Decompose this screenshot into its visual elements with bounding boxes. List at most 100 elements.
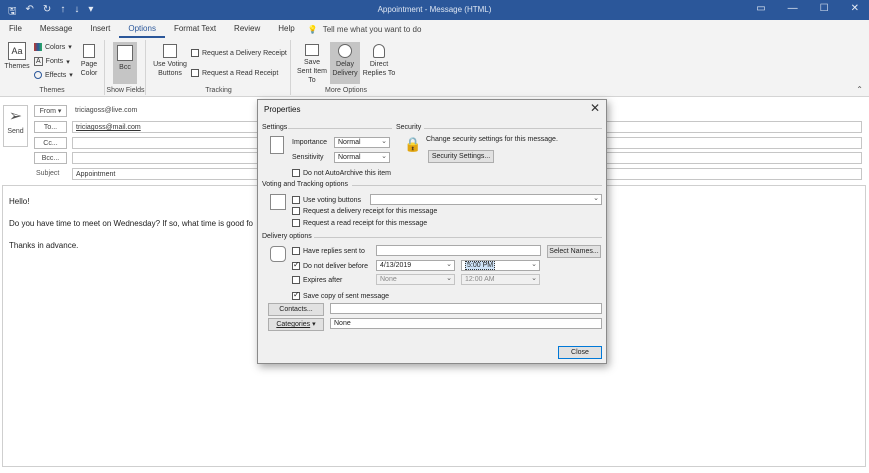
security-divider: [424, 128, 602, 129]
have-replies-sent-checkbox[interactable]: Have replies sent to: [292, 247, 365, 255]
body-line-question: Do you have time to meet on Wednesday? I…: [9, 219, 253, 228]
from-button[interactable]: From ▾: [34, 105, 67, 117]
effects-button[interactable]: Effects ▾: [34, 71, 73, 79]
sensitivity-label: Sensitivity: [292, 154, 324, 161]
importance-label: Importance: [292, 139, 328, 146]
tell-me-text: Tell me what you want to do: [322, 24, 422, 34]
contacts-button[interactable]: Contacts...: [268, 303, 324, 316]
bcc-icon: [117, 45, 133, 61]
themes-icon: Aa: [8, 42, 26, 60]
dialog-title: Properties: [264, 105, 301, 114]
settings-divider: [288, 128, 392, 129]
page-color-button[interactable]: Page Color: [76, 44, 102, 78]
contacts-field[interactable]: [330, 303, 602, 314]
tab-file[interactable]: File: [0, 20, 31, 38]
replies-to-field[interactable]: [376, 245, 541, 256]
people-icon: [373, 44, 385, 58]
colors-button[interactable]: Colors ▾: [34, 43, 72, 51]
request-delivery-receipt-checkbox[interactable]: Request a Delivery Receipt: [191, 49, 287, 57]
bcc-button[interactable]: Bcc: [113, 42, 137, 84]
cc-button[interactable]: Cc...: [34, 137, 67, 149]
window-controls: ▭ — ☐ ✕: [756, 3, 859, 14]
use-voting-buttons-button[interactable]: Use Voting Buttons: [150, 44, 190, 78]
tab-message[interactable]: Message: [31, 20, 81, 38]
request-read-receipt-dialog-checkbox[interactable]: Request a read receipt for this message: [292, 219, 427, 227]
chevron-down-icon: ⌄: [593, 195, 599, 202]
fonts-button[interactable]: A Fonts ▾: [34, 57, 70, 66]
save-sent-item-button[interactable]: Save Sent Item To: [296, 44, 328, 85]
body-line-greeting: Hello!: [9, 197, 30, 206]
effects-icon: [34, 71, 42, 79]
tab-format-text[interactable]: Format Text: [165, 20, 225, 38]
window-title: Appointment - Message (HTML): [377, 5, 492, 14]
tracking-group: Use Voting Buttons Request a Delivery Re…: [147, 40, 291, 95]
subject-label: Subject: [36, 170, 60, 177]
lightbulb-icon: 💡: [307, 24, 318, 34]
categories-button[interactable]: Categories ▾: [268, 318, 324, 331]
no-autoarchive-checkbox[interactable]: Do not AutoArchive this item: [292, 169, 391, 177]
delivery-divider: [314, 237, 602, 238]
page-color-icon: [83, 44, 95, 58]
expires-after-checkbox[interactable]: Expires after: [292, 276, 342, 284]
chevron-down-icon: ⌄: [446, 261, 452, 268]
maximize-icon[interactable]: ☐: [820, 3, 829, 14]
voting-tracking-icon: [270, 194, 286, 210]
sensitivity-select[interactable]: Normal ⌄: [334, 152, 390, 163]
chevron-down-icon: ⌄: [381, 138, 387, 145]
collapse-ribbon-icon[interactable]: ⌃: [856, 85, 863, 94]
show-fields-group-label: Show Fields: [106, 87, 145, 94]
clock-envelope-icon: [338, 44, 352, 58]
more-options-group-label: More Options: [324, 87, 368, 94]
importance-select[interactable]: Normal ⌄: [334, 137, 390, 148]
deliver-date-select[interactable]: 4/13/2019 ⌄: [376, 260, 455, 271]
body-line-thanks: Thanks in advance.: [9, 241, 79, 250]
lock-icon: 🔒: [404, 136, 422, 152]
delivery-icon: [270, 246, 286, 262]
tell-me-box[interactable]: 💡 Tell me what you want to do: [304, 25, 422, 34]
request-delivery-receipt-dialog-checkbox[interactable]: Request a delivery receipt for this mess…: [292, 207, 437, 215]
to-recipient[interactable]: triciagoss@mail.com: [76, 124, 141, 131]
voting-icon: [163, 44, 177, 58]
colors-icon: [34, 43, 42, 51]
checkbox-icon: [292, 207, 300, 215]
chevron-down-icon: ⌄: [381, 153, 387, 160]
tab-review[interactable]: Review: [225, 20, 269, 38]
from-value: triciagoss@live.com: [75, 107, 138, 114]
checkbox-icon: [292, 247, 300, 255]
select-names-button[interactable]: Select Names...: [547, 245, 601, 258]
show-fields-group: Bcc Show Fields: [106, 40, 146, 95]
direct-replies-button[interactable]: Direct Replies To: [362, 44, 396, 78]
categories-field[interactable]: None: [330, 318, 602, 329]
request-read-receipt-checkbox[interactable]: Request a Read Receipt: [191, 69, 278, 77]
delay-delivery-button[interactable]: Delay Delivery: [330, 42, 360, 84]
checkbox-icon: [191, 69, 199, 77]
security-settings-button[interactable]: Security Settings...: [428, 150, 494, 163]
tab-insert[interactable]: Insert: [81, 20, 119, 38]
themes-button[interactable]: Aa Themes: [4, 42, 30, 71]
expires-time-select[interactable]: 12:00 AM ⌄: [461, 274, 540, 285]
themes-group-label: Themes: [39, 87, 65, 94]
save-copy-checkbox[interactable]: Save copy of sent message: [292, 290, 389, 300]
voting-divider: [352, 185, 602, 186]
minimize-icon[interactable]: —: [788, 3, 798, 14]
send-button[interactable]: ➢ Send: [3, 105, 28, 147]
fonts-icon: A: [34, 57, 43, 66]
ribbon: Aa Themes Colors ▾ A Fonts ▾ Effects ▾ Page…: [0, 38, 869, 97]
ribbon-display-icon[interactable]: ▭: [756, 3, 765, 14]
tab-options[interactable]: Options: [119, 20, 165, 38]
use-voting-buttons-checkbox[interactable]: Use voting buttons: [292, 196, 361, 204]
dialog-close-icon[interactable]: ✕: [590, 101, 600, 115]
ribbon-tabs: File Message Insert Options Format Text …: [0, 20, 869, 38]
bcc-field-button[interactable]: Bcc...: [34, 152, 67, 164]
title-bar: 🖫 ↶ ↻ ↑ ↓ ▾ Appointment - Message (HTML)…: [0, 0, 869, 20]
deliver-time-select[interactable]: 5:00 PM ⌄: [461, 260, 540, 271]
voting-buttons-select[interactable]: ⌄: [370, 194, 602, 205]
tab-help[interactable]: Help: [269, 20, 303, 38]
close-window-icon[interactable]: ✕: [851, 3, 859, 14]
expires-date-select[interactable]: None ⌄: [376, 274, 455, 285]
do-not-deliver-before-checkbox[interactable]: Do not deliver before: [292, 260, 368, 270]
checkbox-icon: [292, 196, 300, 204]
close-button[interactable]: Close: [558, 346, 602, 359]
to-button[interactable]: To...: [34, 121, 67, 133]
chevron-down-icon: ⌄: [531, 275, 537, 282]
